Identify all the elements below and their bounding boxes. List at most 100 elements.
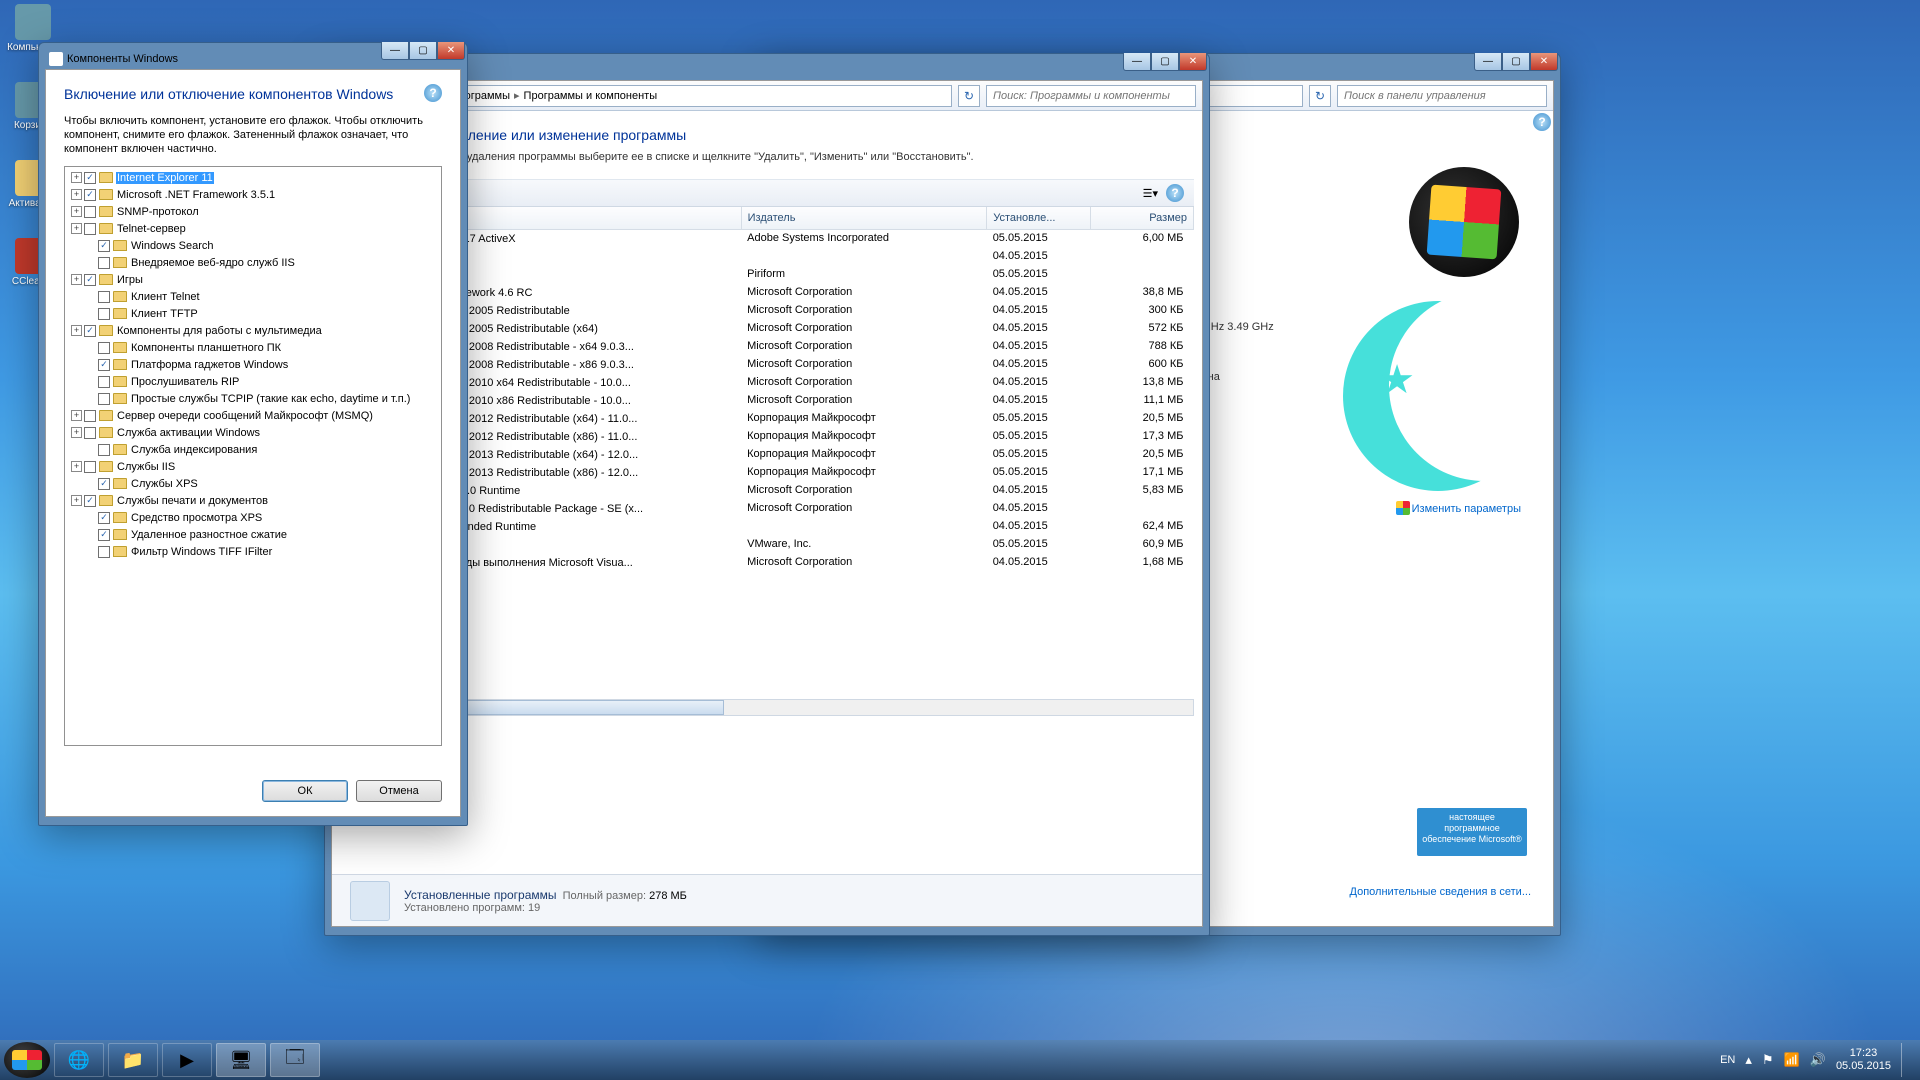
network-icon[interactable]: 📶 [1784,1052,1800,1068]
checkbox[interactable] [84,172,96,184]
table-row[interactable]: Microsoft Visual C++ 2012 Redistributabl… [341,409,1194,427]
tree-item[interactable]: Удаленное разностное сжатие [65,526,441,543]
start-button[interactable] [4,1042,50,1078]
tree-item[interactable]: +Служба активации Windows [65,424,441,441]
taskbar-app-2[interactable]: 🗔 [270,1043,320,1077]
checkbox[interactable] [84,410,96,422]
tree-item[interactable]: Внедряемое веб-ядро служб IIS [65,254,441,271]
checkbox[interactable] [98,393,110,405]
checkbox[interactable] [84,206,96,218]
ok-button[interactable]: ОК [262,780,348,802]
tree-item[interactable]: +Microsoft .NET Framework 3.5.1 [65,186,441,203]
taskbar-explorer[interactable]: 📁 [108,1043,158,1077]
table-row[interactable]: Microsoft Visual J# 2.0 Redistributable … [341,499,1194,517]
expand-icon[interactable]: + [71,206,82,217]
taskbar-app-1[interactable]: 🖥 [216,1043,266,1077]
checkbox[interactable] [98,359,110,371]
expand-icon[interactable]: + [71,495,82,506]
close-button[interactable]: ✕ [1179,53,1207,71]
tree-item[interactable]: +Компоненты для работы с мультимедиа [65,322,441,339]
flag-icon[interactable]: ⚑ [1762,1052,1774,1068]
maximize-button[interactable]: ▢ [1502,53,1530,71]
table-row[interactable]: Microsoft Visual C++ 2013 Redistributabl… [341,445,1194,463]
checkbox[interactable] [98,546,110,558]
table-row[interactable]: Microsoft Visual C++ 2013 Redistributabl… [341,463,1194,481]
table-row[interactable]: Microsoft Visual F# 2.0 RuntimeMicrosoft… [341,481,1194,499]
tree-item[interactable]: +Службы печати и документов [65,492,441,509]
tree-item[interactable]: Простые службы TCPIP (такие как echo, da… [65,390,441,407]
expand-icon[interactable]: + [71,274,82,285]
tree-item[interactable]: Компоненты планшетного ПК [65,339,441,356]
view-menu-icon[interactable]: ☰▾ [1143,187,1158,200]
checkbox[interactable] [84,223,96,235]
close-button[interactable]: ✕ [1530,53,1558,71]
cancel-button[interactable]: Отмена [356,780,442,802]
help-icon[interactable]: ? [1533,113,1551,131]
change-settings-link[interactable]: Изменить параметры [1396,501,1521,515]
checkbox[interactable] [98,342,110,354]
tree-item[interactable]: Клиент Telnet [65,288,441,305]
expand-icon[interactable]: + [71,461,82,472]
horizontal-scrollbar[interactable] [340,699,1194,716]
table-row[interactable]: VMware ToolsVMware, Inc.05.05.201560,9 М… [341,535,1194,553]
volume-icon[interactable]: 🔊 [1810,1052,1826,1068]
expand-icon[interactable]: + [71,410,82,421]
table-row[interactable]: Microsoft Visual C++ 2010 x64 Redistribu… [341,373,1194,391]
help-icon[interactable]: ? [424,84,442,102]
tree-item[interactable]: Средство просмотра XPS [65,509,441,526]
minimize-button[interactable]: — [381,42,409,60]
table-row[interactable]: Microsoft Visual C++ 2008 Redistributabl… [341,355,1194,373]
tree-item[interactable]: Фильтр Windows TIFF IFilter [65,543,441,560]
expand-icon[interactable]: + [71,223,82,234]
tree-item[interactable]: Служба индексирования [65,441,441,458]
tree-item[interactable]: Платформа гаджетов Windows [65,356,441,373]
maximize-button[interactable]: ▢ [409,42,437,60]
tree-item[interactable]: +Службы IIS [65,458,441,475]
checkbox[interactable] [98,240,110,252]
checkbox[interactable] [98,512,110,524]
checkbox[interactable] [84,427,96,439]
checkbox[interactable] [98,291,110,303]
tree-item[interactable]: +Internet Explorer 11 [65,169,441,186]
minimize-button[interactable]: — [1123,53,1151,71]
checkbox[interactable] [84,495,96,507]
tree-item[interactable]: Службы XPS [65,475,441,492]
taskbar-media[interactable]: ▶ [162,1043,212,1077]
checkbox[interactable] [98,308,110,320]
checkbox[interactable] [98,376,110,388]
tree-item[interactable]: Клиент TFTP [65,305,441,322]
checkbox[interactable] [98,257,110,269]
checkbox[interactable] [98,478,110,490]
show-hidden-icon[interactable]: ▴ [1745,1052,1752,1068]
table-row[interactable]: Aion_0604.05.2015 [341,247,1194,265]
close-button[interactable]: ✕ [437,42,465,60]
checkbox[interactable] [98,444,110,456]
refresh-button[interactable]: ↻ [958,85,980,107]
language-indicator[interactable]: EN [1720,1054,1735,1066]
table-row[interactable]: Adobe Flash Player 17 ActiveXAdobe Syste… [341,229,1194,247]
tree-item[interactable]: +Игры [65,271,441,288]
table-row[interactable]: Microsoft Visual C++ 2012 Redistributabl… [341,427,1194,445]
tree-item[interactable]: Прослушиватель RIP [65,373,441,390]
checkbox[interactable] [84,189,96,201]
expand-icon[interactable]: + [71,172,82,183]
maximize-button[interactable]: ▢ [1151,53,1179,71]
table-row[interactable]: Microsoft .NET Framework 4.6 RCMicrosoft… [341,283,1194,301]
more-info-link[interactable]: Дополнительные сведения в сети... [1350,886,1532,898]
checkbox[interactable] [84,325,96,337]
taskbar-ie[interactable]: 🌐 [54,1043,104,1077]
table-row[interactable]: CCleanerPiriform05.05.2015 [341,265,1194,283]
clock[interactable]: 17:23 05.05.2015 [1836,1047,1891,1073]
table-row[interactable]: Microsoft Visual C++ 2010 x86 Redistribu… [341,391,1194,409]
col-installed[interactable]: Установле... [987,207,1090,229]
expand-icon[interactable]: + [71,189,82,200]
tree-item[interactable]: +SNMP-протокол [65,203,441,220]
expand-icon[interactable]: + [71,427,82,438]
checkbox[interactable] [84,461,96,473]
tree-item[interactable]: Windows Search [65,237,441,254]
show-desktop-button[interactable] [1901,1043,1908,1077]
tree-item[interactable]: +Telnet-сервер [65,220,441,237]
expand-icon[interactable]: + [71,325,82,336]
col-size[interactable]: Размер [1090,207,1193,229]
col-publisher[interactable]: Издатель [741,207,987,229]
